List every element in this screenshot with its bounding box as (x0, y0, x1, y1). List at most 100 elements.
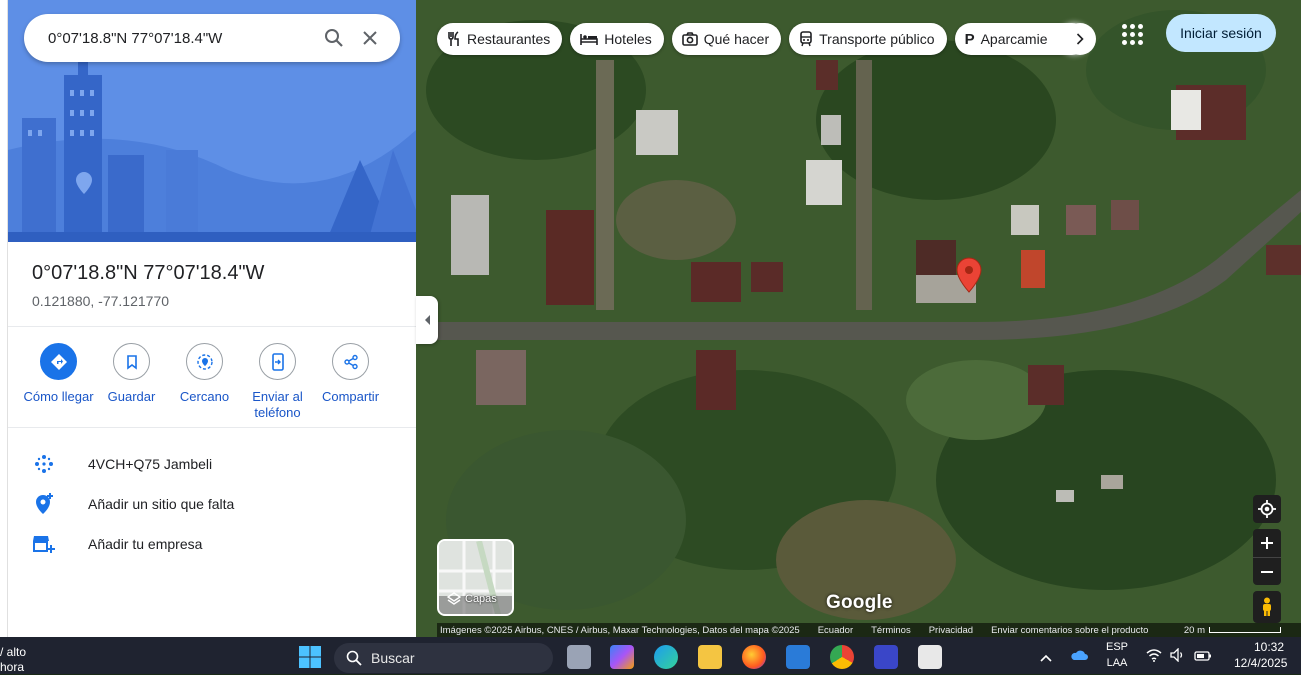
chevron-left-icon (425, 315, 430, 325)
collapse-panel-button[interactable] (416, 296, 438, 344)
save-label: Guardar (107, 389, 156, 404)
chip-parking-label: Aparcamie (980, 31, 1048, 47)
windows-taskbar: / alto hora Buscar ESP LAA 10:32 12/4/20… (0, 637, 1301, 674)
feedback-link[interactable]: Enviar comentarios sobre el producto (991, 625, 1148, 636)
satellite-map[interactable] (416, 0, 1301, 637)
chip-hotels-label: Hoteles (604, 31, 652, 47)
chip-hotels[interactable]: Hoteles (570, 23, 664, 55)
plus-code-icon (32, 452, 56, 476)
language-indicator[interactable]: ESP LAA (1104, 639, 1130, 671)
minus-icon (1261, 570, 1273, 573)
chip-restaurants[interactable]: Restaurantes (437, 23, 563, 55)
hotel-icon (580, 32, 599, 46)
apps-grid-icon (1138, 40, 1143, 45)
country-link[interactable]: Ecuador (818, 625, 853, 636)
send-to-phone-button[interactable]: Enviar al teléfono (241, 343, 314, 421)
map-controls (1253, 495, 1281, 623)
share-button[interactable]: Compartir (314, 343, 387, 421)
share-label: Compartir (321, 389, 380, 404)
system-clock[interactable]: 10:32 12/4/2025 (1234, 639, 1288, 671)
add-business-icon (32, 532, 56, 556)
search-icon (325, 29, 343, 47)
zoom-out-button[interactable] (1253, 557, 1281, 585)
directions-label: Cómo llegar (23, 389, 94, 404)
chrome-icon[interactable] (830, 645, 854, 669)
chevron-up-icon[interactable] (1040, 649, 1052, 667)
search-box[interactable]: 0°07'18.8"N 77°07'18.4"W (24, 14, 400, 62)
scale-bar-line (1209, 627, 1281, 633)
map-attribution-bar: Imágenes ©2025 Airbus, CNES / Airbus, Ma… (437, 623, 1301, 637)
my-location-button[interactable] (1253, 495, 1281, 523)
directions-button[interactable]: Cómo llegar (22, 343, 95, 421)
terms-link[interactable]: Términos (871, 625, 911, 636)
add-business-text: Añadir tu empresa (88, 536, 203, 552)
chip-transit[interactable]: Transporte público (789, 23, 947, 55)
add-place-row[interactable]: Añadir un sitio que falta (32, 492, 234, 516)
search-icon (346, 650, 362, 666)
wifi-icon[interactable] (1146, 648, 1162, 667)
volume-icon[interactable] (1170, 647, 1186, 667)
apps-grid-icon (1122, 32, 1127, 37)
add-business-row[interactable]: Añadir tu empresa (32, 532, 202, 556)
action-bar: Cómo llegar Guardar Cercano Enviar al te… (22, 343, 402, 421)
battery-icon[interactable] (1194, 649, 1212, 667)
save-button[interactable]: Guardar (95, 343, 168, 421)
taskbar-search-placeholder: Buscar (371, 650, 415, 666)
chip-transit-label: Transporte público (819, 31, 935, 47)
apps-grid-icon (1138, 24, 1143, 29)
windows-logo-icon (299, 646, 321, 668)
taskbar-search[interactable]: Buscar (334, 643, 553, 673)
edge-icon[interactable] (654, 645, 678, 669)
place-panel: 0°07'18.8"N 77°07'18.4"W 0.121880, -77.1… (8, 0, 416, 637)
pegman-icon (1263, 597, 1271, 616)
copilot-icon[interactable] (610, 645, 634, 669)
send-to-phone-icon (271, 352, 284, 371)
nearby-button[interactable]: Cercano (168, 343, 241, 421)
add-place-icon (32, 492, 56, 516)
privacy-link[interactable]: Privacidad (929, 625, 973, 636)
restaurant-icon (447, 31, 461, 47)
app-w-icon[interactable] (874, 645, 898, 669)
bookmark-icon (126, 354, 137, 370)
plus-code-row[interactable]: 4VCH+Q75 Jambeli (32, 452, 212, 476)
scale-bar[interactable]: 20 m (1184, 625, 1301, 636)
apps-grid-icon (1130, 24, 1135, 29)
chip-things-to-do[interactable]: Qué hacer (671, 23, 782, 55)
search-button[interactable] (316, 20, 352, 56)
signin-button[interactable]: Iniciar sesión (1166, 14, 1276, 52)
google-apps-button[interactable] (1120, 22, 1144, 46)
search-input[interactable]: 0°07'18.8"N 77°07'18.4"W (48, 30, 316, 47)
nearby-icon (196, 353, 213, 370)
category-chips: Restaurantes Hoteles Qué hacer Transport… (437, 23, 1088, 55)
start-button[interactable] (298, 645, 322, 669)
clock-time: 10:32 (1253, 640, 1284, 654)
divider (8, 427, 416, 428)
decimal-coordinates: 0.121880, -77.121770 (32, 293, 170, 309)
zoom-in-button[interactable] (1253, 529, 1281, 557)
parking-icon: P (964, 30, 975, 48)
close-icon (363, 31, 377, 45)
microsoft-store-icon[interactable] (786, 645, 810, 669)
task-view-icon[interactable] (567, 645, 591, 669)
apps-grid-icon (1130, 40, 1135, 45)
weather-widget[interactable]: / alto hora (0, 645, 26, 675)
divider (8, 326, 416, 327)
nearby-label: Cercano (179, 389, 230, 404)
send-to-phone-label: Enviar al teléfono (252, 389, 303, 420)
layers-button[interactable]: Capas (437, 539, 514, 616)
lang-line2: LAA (1106, 657, 1128, 669)
onedrive-icon[interactable] (1070, 648, 1088, 666)
apps-grid-icon (1122, 24, 1127, 29)
layers-icon (447, 592, 461, 605)
add-place-text: Añadir un sitio que falta (88, 496, 235, 512)
snipping-tool-icon[interactable] (918, 645, 942, 669)
apps-grid-icon (1138, 32, 1143, 37)
street-view-pegman-button[interactable] (1253, 591, 1281, 623)
chips-next-button[interactable] (1064, 23, 1096, 55)
google-logo: Google (826, 592, 893, 613)
clear-search-button[interactable] (352, 20, 388, 56)
clock-date: 12/4/2025 (1234, 656, 1288, 670)
share-icon (343, 354, 358, 369)
file-explorer-icon[interactable] (698, 645, 722, 669)
firefox-icon[interactable] (742, 645, 766, 669)
